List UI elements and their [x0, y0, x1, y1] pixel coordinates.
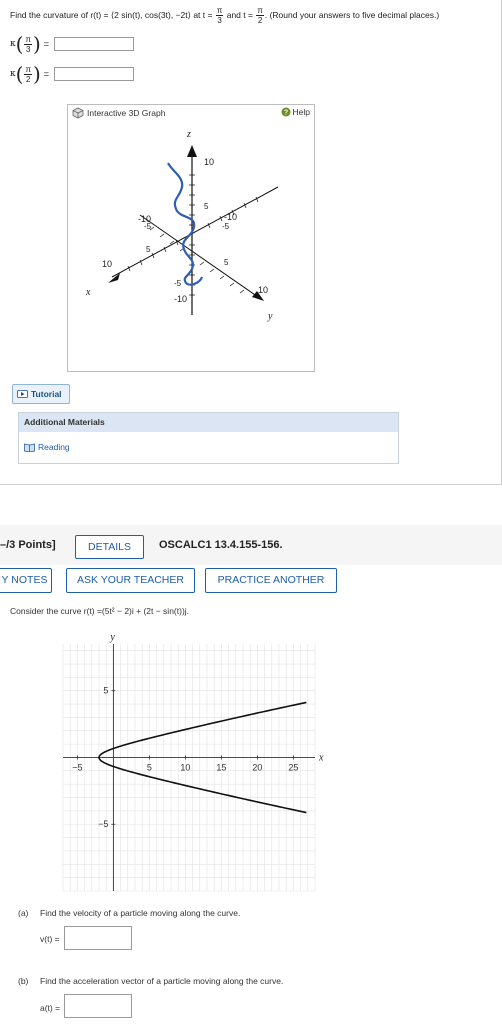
space-curve — [167, 162, 204, 286]
interactive-3d-graph[interactable]: Interactive 3D Graph ? Help z 10 5 -10 -… — [67, 104, 315, 372]
my-notes-button[interactable]: Y NOTES — [0, 568, 52, 593]
kappa2-fraction: π2 — [24, 65, 32, 84]
additional-materials-heading: Additional Materials — [19, 413, 398, 432]
acceleration-input[interactable] — [64, 994, 132, 1018]
x-tick-10: 10 — [102, 259, 112, 269]
y-tick-neg10: -10 — [138, 214, 151, 224]
kappa-row-2: κ ( π2 ) = — [10, 62, 135, 86]
t1-num: π — [215, 6, 224, 16]
x-tick-label: 20 — [252, 762, 262, 772]
x-axis-label: x — [318, 752, 324, 763]
kappa1-fraction: π3 — [24, 35, 32, 54]
q1-prefix: Find the curvature of r(t) = — [10, 9, 111, 20]
t2-num: π — [256, 6, 264, 16]
part-a-label: (a) — [18, 908, 29, 918]
velocity-label: v(t) = — [40, 934, 60, 944]
points-label: –/3 Points] — [0, 539, 56, 551]
x-tick-label: 15 — [216, 762, 226, 772]
y-tick-label: 5 — [103, 686, 108, 696]
equals-sign: = — [43, 39, 50, 49]
reading-link[interactable]: Reading — [24, 442, 70, 452]
plot-svg: x y −5 5 10 15 20 25 5 −5 — [62, 632, 324, 892]
graph3d-canvas[interactable]: z 10 5 -10 -5 x 10 5 -5 -10 y 10 5 -5 -1… — [68, 105, 314, 371]
y-axis-label: y — [267, 311, 273, 322]
details-button[interactable]: DETAILS — [75, 535, 144, 559]
x-tick-neg5: -5 — [222, 222, 230, 231]
t1-fraction: π3 — [215, 6, 224, 25]
right-paren: ) — [32, 32, 41, 56]
additional-materials: Additional Materials Reading — [18, 412, 399, 464]
part-b-label: (b) — [18, 976, 29, 986]
z-tick-10: 10 — [204, 157, 214, 167]
problem-code: OSCALC1 13.4.155-156. — [159, 539, 283, 551]
tutorial-icon — [17, 390, 28, 398]
part-a-text: Find the velocity of a particle moving a… — [40, 908, 241, 918]
x-tick-label: 5 — [147, 762, 152, 772]
t2-den: 2 — [257, 16, 263, 25]
t2-fraction: π2 — [256, 6, 264, 25]
ask-your-teacher-button[interactable]: ASK YOUR TEACHER — [66, 568, 195, 593]
acceleration-label: a(t) = — [40, 1003, 61, 1013]
y-tick-5: 5 — [224, 258, 229, 267]
kappa2-den: 2 — [25, 74, 31, 84]
x-axis-label: x — [85, 287, 91, 298]
consider-text: Consider the curve r(t) =(5t² − 2)i + (2… — [10, 606, 190, 616]
x-tick-label: −5 — [72, 762, 82, 772]
question-1-text: Find the curvature of r(t) = ⟨2 sin(t), … — [10, 6, 439, 25]
z-axis-arrow — [187, 145, 197, 157]
q1-vector: ⟨2 sin(t), cos(3t), −2t⟩ — [110, 9, 191, 20]
parametric-plot: x y −5 5 10 15 20 25 5 −5 — [55, 630, 335, 895]
kappa2-num: π — [24, 64, 32, 75]
z-tick-5: 5 — [204, 202, 209, 211]
x-tick-label: 10 — [180, 762, 190, 772]
left-paren: ( — [15, 62, 24, 86]
kappa-pi-2-input[interactable] — [54, 67, 135, 81]
reading-label: Reading — [38, 442, 70, 452]
q1-suffix: . (Round your answers to five decimal pl… — [264, 9, 440, 20]
tutorial-label: Tutorial — [31, 389, 62, 399]
kappa1-num: π — [24, 34, 32, 45]
velocity-input[interactable] — [64, 926, 132, 950]
x-axis-line — [111, 186, 279, 278]
kappa1-den: 3 — [25, 44, 31, 54]
q1-and: and t = — [224, 9, 256, 20]
book-icon — [24, 443, 35, 452]
x-tick-neg10: -10 — [224, 212, 237, 222]
practice-another-button[interactable]: PRACTICE ANOTHER — [205, 568, 337, 593]
t1-den: 3 — [217, 16, 222, 25]
part-b-text: Find the acceleration vector of a partic… — [40, 976, 284, 986]
z-tick-neg5: -5 — [174, 279, 182, 288]
right-paren: ) — [32, 62, 41, 86]
y-tick-label: −5 — [98, 819, 108, 829]
y-axis-label: y — [109, 632, 115, 643]
x-axis-arrow — [108, 273, 120, 283]
tutorial-button[interactable]: Tutorial — [12, 384, 70, 404]
y-tick-10: 10 — [258, 285, 268, 295]
left-paren: ( — [15, 32, 24, 56]
z-tick-neg10: -10 — [174, 294, 187, 304]
axis-ticks — [127, 174, 259, 296]
kappa-row-1: κ ( π3 ) = — [10, 32, 135, 56]
q1-at: at t = — [190, 9, 215, 20]
x-tick-label: 25 — [288, 762, 298, 772]
y-axis-line — [139, 214, 259, 298]
equals-sign: = — [43, 69, 50, 79]
z-axis-label: z — [186, 129, 191, 140]
question-1-panel: Find the curvature of r(t) = ⟨2 sin(t), … — [0, 0, 502, 485]
x-tick-5: 5 — [146, 245, 151, 254]
kappa-pi-3-input[interactable] — [54, 37, 135, 51]
